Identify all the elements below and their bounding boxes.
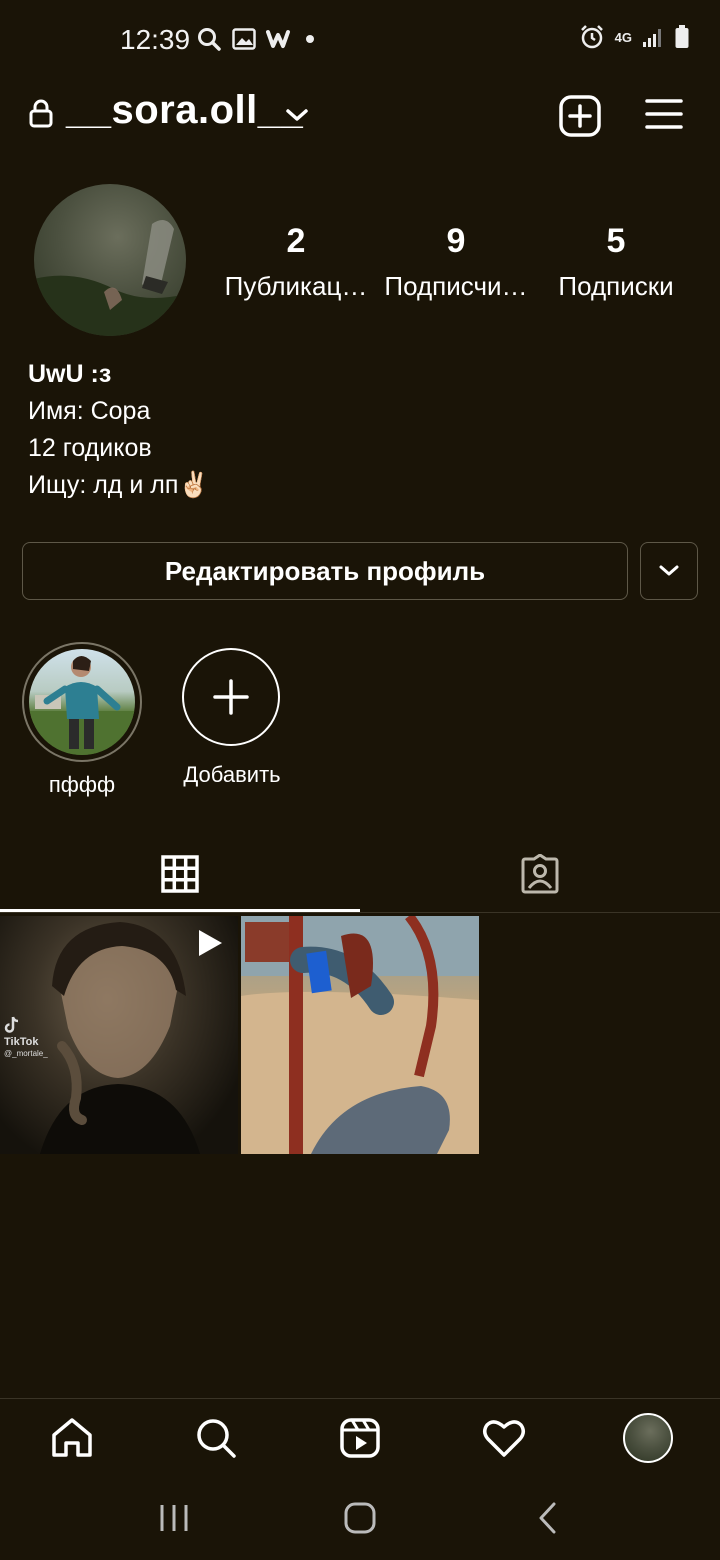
profile-bio: UwU :з Имя: Сора 12 годиков Ищу: лд и лп…	[28, 356, 210, 504]
followers-label: Подписчи…	[384, 271, 528, 301]
home-icon	[52, 1418, 92, 1457]
add-highlight-label: Добавить	[183, 762, 281, 787]
lock-icon	[29, 99, 53, 128]
search-notification-icon	[198, 28, 221, 51]
add-highlight-button[interactable]	[182, 648, 280, 746]
tab-posts-grid[interactable]	[0, 836, 360, 912]
signal-icon	[643, 29, 661, 47]
bio-line: Имя: Сора	[28, 397, 151, 425]
status-system-icons: 4G	[579, 24, 690, 50]
back-button[interactable]	[428, 1490, 668, 1546]
gallery-notification-icon	[232, 28, 256, 50]
edit-profile-button[interactable]: Редактировать профиль	[22, 542, 628, 600]
story-highlight[interactable]	[22, 642, 142, 762]
nav-search[interactable]	[144, 1408, 288, 1468]
nav-profile[interactable]	[576, 1408, 720, 1468]
profile-avatar[interactable]	[34, 184, 186, 336]
tagged-person-icon	[521, 854, 559, 894]
chevron-down-icon	[659, 565, 679, 576]
recent-apps-icon	[160, 1505, 188, 1531]
bio-line: Ищу: лд и лп✌🏻	[28, 471, 210, 499]
nav-activity[interactable]	[432, 1408, 576, 1468]
tab-tagged[interactable]	[360, 836, 720, 912]
search-icon	[197, 1419, 236, 1458]
reels-icon	[340, 1418, 380, 1458]
plus-icon	[213, 679, 249, 715]
play-icon	[199, 930, 222, 956]
post-thumbnail[interactable]	[241, 916, 479, 1154]
tiktok-logo-icon	[4, 1016, 19, 1033]
bio-name: UwU :з	[28, 360, 112, 388]
home-square-icon	[344, 1502, 376, 1534]
heart-icon	[483, 1420, 525, 1457]
chevron-down-icon[interactable]	[284, 104, 310, 126]
battery-icon	[675, 25, 689, 48]
nav-home[interactable]	[0, 1408, 144, 1468]
status-time: 12:39	[120, 24, 191, 55]
profile-avatar-small	[623, 1413, 673, 1463]
account-username[interactable]: __sora.oll__	[66, 88, 303, 133]
menu-icon[interactable]	[644, 96, 684, 132]
tiktok-user: @_mortale_	[4, 1049, 48, 1058]
following-count: 5	[606, 222, 626, 260]
nav-reels[interactable]	[288, 1408, 432, 1468]
new-post-icon[interactable]	[558, 94, 602, 138]
w-app-notification-icon	[266, 30, 290, 48]
bottom-nav-divider	[0, 1398, 720, 1399]
back-icon	[539, 1502, 556, 1534]
dot-icon	[306, 35, 314, 43]
status-notification-icons	[196, 26, 316, 52]
following-label: Подписки	[558, 271, 674, 301]
posts-stat[interactable]: 2 Публикац…	[216, 222, 376, 302]
status-bar: 12:39 4G	[0, 0, 720, 82]
discover-people-button[interactable]	[640, 542, 698, 600]
posts-count: 2	[286, 222, 306, 260]
post-image	[241, 916, 479, 1154]
highlight-cover	[29, 649, 135, 755]
tiktok-watermark: TikTok @_mortale_	[4, 1016, 48, 1060]
tab-divider	[0, 912, 720, 913]
tiktok-label: TikTok	[4, 1036, 39, 1048]
avatar-photo	[34, 220, 186, 336]
following-stat[interactable]: 5 Подписки	[536, 222, 696, 302]
followers-stat[interactable]: 9 Подписчи…	[376, 222, 536, 302]
alarm-icon	[580, 25, 603, 49]
network-type: 4G	[614, 29, 632, 45]
followers-count: 9	[446, 222, 466, 260]
posts-label: Публикац…	[224, 271, 368, 301]
bio-line: 12 годиков	[28, 434, 152, 462]
highlight-label: пффф	[48, 772, 116, 797]
grid-icon	[161, 855, 199, 893]
